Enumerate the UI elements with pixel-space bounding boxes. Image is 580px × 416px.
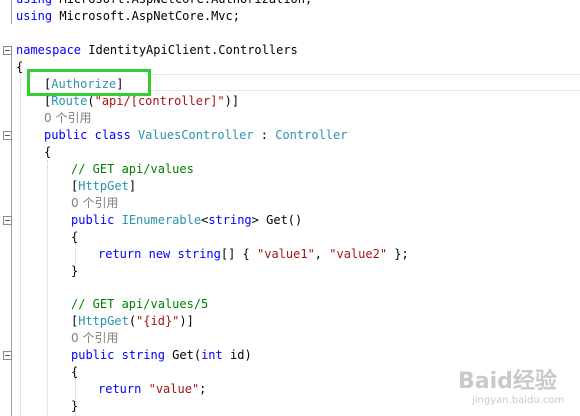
code-token: Controller <box>275 128 348 142</box>
code-token: using <box>16 9 53 23</box>
indent-guide <box>75 378 76 416</box>
code-token: ValuesController <box>137 128 254 142</box>
code-token: return <box>98 382 142 396</box>
code-token: public <box>71 348 115 362</box>
code-token: id) <box>222 348 252 362</box>
watermark-logo: Baid经验 <box>458 369 557 394</box>
code-token: namespace <box>16 43 82 57</box>
code-token: ; <box>199 382 207 396</box>
collapse-toggle-icon[interactable] <box>3 351 12 360</box>
code-token: // GET api/values/5 <box>71 297 209 311</box>
code-token: ( <box>128 314 137 328</box>
code-token: { <box>71 365 79 379</box>
collapse-toggle-icon[interactable] <box>3 131 12 140</box>
code-token: > Get() <box>251 213 303 227</box>
code-text: return new string[] { "value1", "value2"… <box>98 246 409 263</box>
collapse-toggle-icon[interactable] <box>3 46 12 55</box>
code-token: )] <box>224 94 240 108</box>
fold-gutter-line <box>11 55 12 416</box>
code-text: return "value"; <box>98 381 206 398</box>
code-token: IdentityApiClient.Controllers <box>81 43 298 57</box>
code-token: new <box>148 247 171 261</box>
code-token: IEnumerable <box>121 213 202 227</box>
code-token: }; <box>387 247 409 261</box>
code-token: Route <box>51 94 88 108</box>
code-token: // GET api/values <box>71 162 194 176</box>
code-token: : <box>253 128 276 142</box>
indent-guide <box>47 160 48 416</box>
code-token: "{id}" <box>136 314 180 328</box>
code-text: using Microsoft.AspNetCore.Mvc; <box>16 8 240 25</box>
indent-guide <box>75 243 76 263</box>
baidu-jingyan-watermark: Baid经验 jingyan.baidu.com <box>458 363 578 413</box>
code-token: "value1" <box>257 247 315 261</box>
code-text: 0 个引用 <box>71 195 118 212</box>
code-token: Get( <box>164 348 202 362</box>
code-text: public string Get(int id) <box>71 347 252 364</box>
code-token: HttpGet <box>78 314 129 328</box>
code-token: , <box>314 247 330 261</box>
code-text: 0 个引用 <box>71 330 118 347</box>
code-token: return <box>98 247 142 261</box>
code-text: [HttpGet("{id}")] <box>71 313 194 330</box>
watermark-url: jingyan.baidu.com <box>472 395 565 406</box>
fold-gutter-line <box>11 0 12 24</box>
code-text: namespace IdentityApiClient.Controllers <box>16 42 298 59</box>
code-token: "api/[controller]" <box>94 94 225 108</box>
code-text: // GET api/values/5 <box>71 296 208 313</box>
code-token: 0 个引用 <box>71 331 119 345</box>
code-token: 0 个引用 <box>71 196 119 210</box>
code-text: 0 个引用 <box>44 110 91 127</box>
code-token: using <box>16 0 52 6</box>
code-token: string <box>208 213 252 227</box>
code-token: string <box>121 348 165 362</box>
code-token: )] <box>179 314 194 328</box>
code-text: public IEnumerable<string> Get() <box>71 212 302 229</box>
code-token: } <box>71 264 79 278</box>
code-text: } <box>71 263 78 280</box>
authorize-highlight-box <box>27 69 151 96</box>
indent-guide <box>20 66 21 416</box>
code-token: Microsoft.AspNetCore.Mvc; <box>52 9 240 23</box>
code-token: int <box>201 348 223 362</box>
collapse-toggle-icon[interactable] <box>3 216 12 225</box>
code-text: { <box>44 144 51 161</box>
code-text: [HttpGet] <box>71 178 136 195</box>
code-token: { <box>71 230 79 244</box>
code-token: "value" <box>148 382 200 396</box>
current-line-indicator <box>150 74 580 91</box>
code-token: ( <box>87 94 95 108</box>
code-token: [] { <box>220 247 257 261</box>
code-editor[interactable]: using Microsoft.AspNetCore.Authorization… <box>0 0 580 416</box>
code-token: "value2" <box>329 247 388 261</box>
code-token: 0 个引用 <box>44 111 92 125</box>
code-token: HttpGet <box>78 179 129 193</box>
code-token: { <box>44 145 52 159</box>
code-text: using Microsoft.AspNetCore.Authorization… <box>16 0 312 8</box>
code-text: public class ValuesController : Controll… <box>44 127 347 144</box>
code-token: class <box>94 128 131 142</box>
code-token: public <box>44 128 88 142</box>
code-token: ] <box>128 179 137 193</box>
code-token: public <box>71 213 115 227</box>
code-token: string <box>177 247 221 261</box>
code-text: // GET api/values <box>71 161 194 178</box>
code-token: Microsoft.AspNetCore.Authorization; <box>52 0 312 6</box>
